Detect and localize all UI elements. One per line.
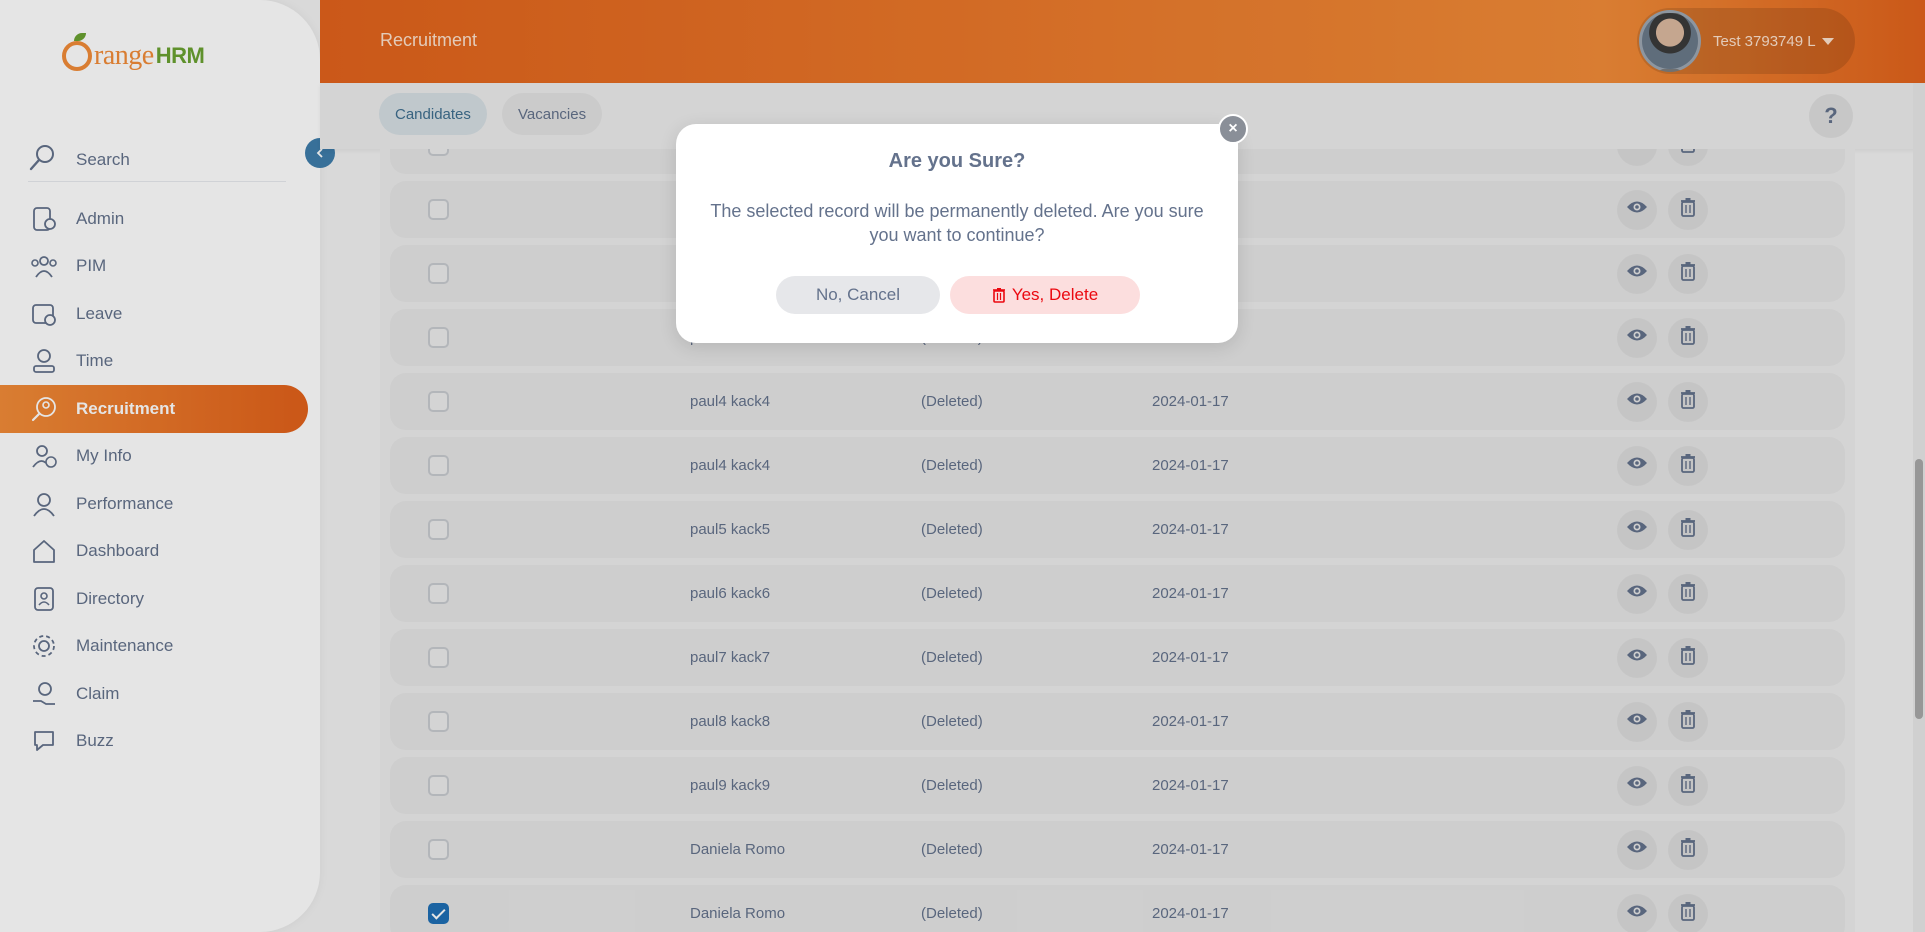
- cancel-button-label: No, Cancel: [815, 285, 901, 304]
- confirm-delete-button[interactable]: Yes, Delete: [950, 276, 1140, 314]
- cancel-button[interactable]: No, Cancel: [776, 276, 940, 314]
- dialog-close-button[interactable]: ×: [1218, 114, 1248, 144]
- close-icon: ×: [1228, 120, 1238, 137]
- dialog-title: Are you Sure?: [888, 150, 1026, 172]
- dialog-message: The selected record will be permanently …: [710, 201, 1204, 245]
- trash-icon: [992, 287, 1006, 303]
- confirm-delete-dialog: Are you Sure? The selected record will b…: [676, 124, 1238, 343]
- confirm-delete-label: Yes, Delete: [1011, 285, 1099, 304]
